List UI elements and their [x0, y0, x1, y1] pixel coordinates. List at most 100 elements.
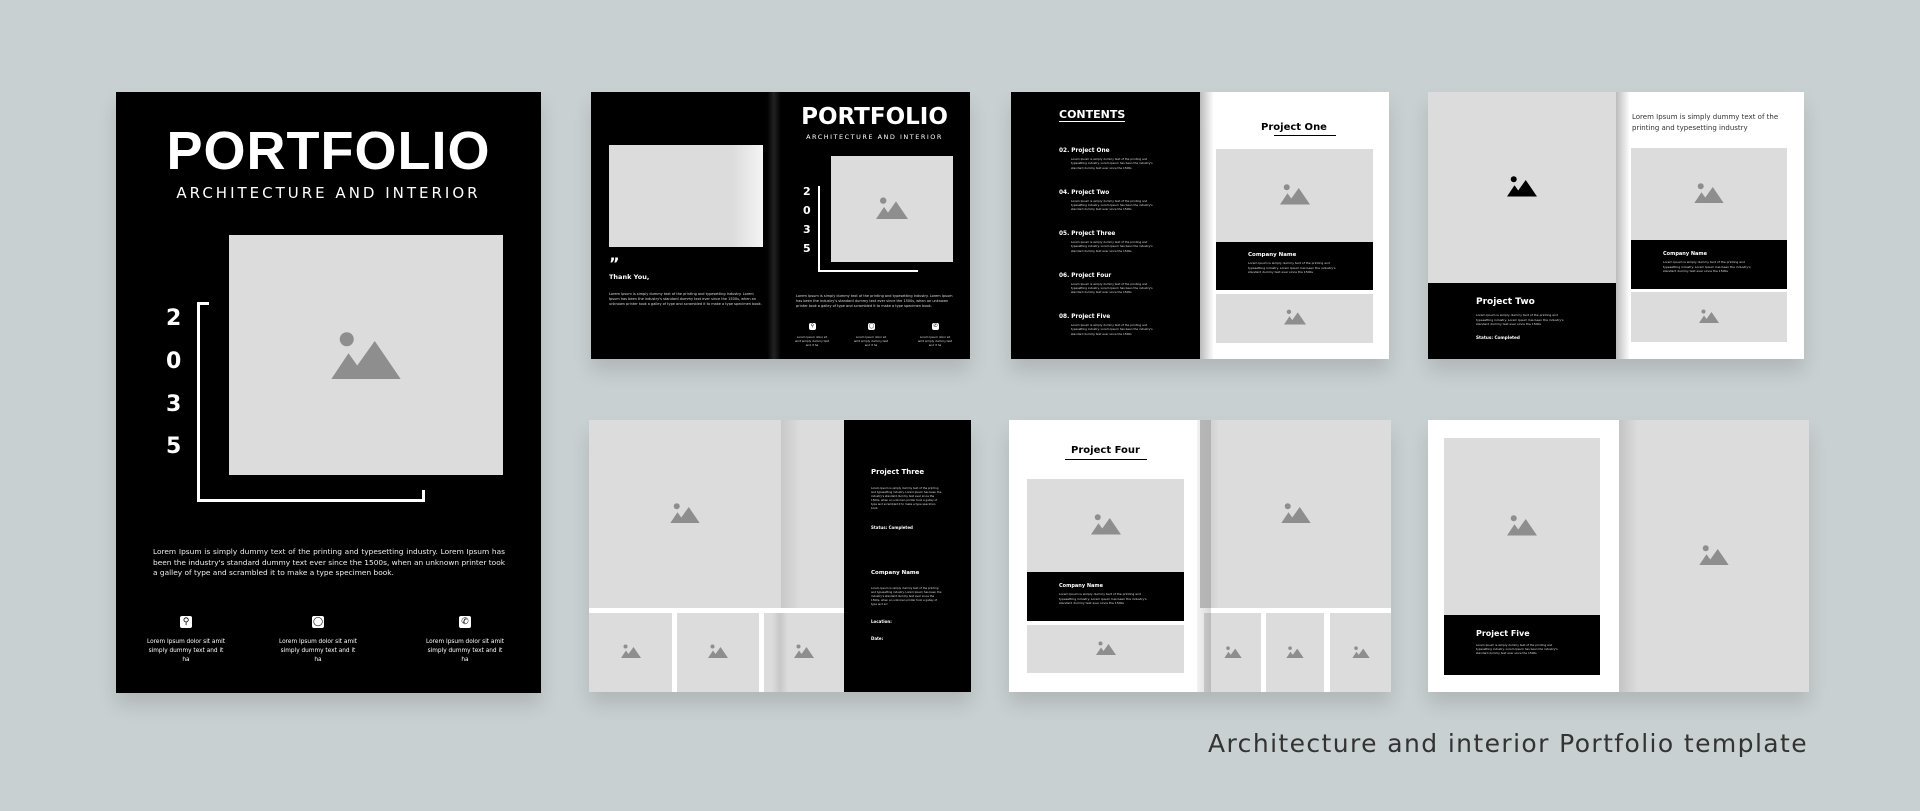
project-status: Status: Completed: [1476, 335, 1520, 340]
image-icon: [1699, 543, 1729, 570]
image-placeholder-small: [589, 613, 672, 692]
image-placeholder-small: [1266, 613, 1324, 692]
headline: Lorem Ipsum is simply dummy text of the …: [1632, 113, 1779, 132]
contact-text: Lorem Ipsum dolor sit amit simply dummy …: [853, 335, 889, 347]
image-placeholder-small: [1204, 613, 1261, 692]
cover-page: PORTFOLIO ARCHITECTURE AND INTERIOR 2 0 …: [116, 92, 541, 693]
image-icon: [620, 643, 641, 662]
spread-contents: CONTENTS 02. Project One Lorem Ipsum is s…: [1011, 92, 1389, 359]
image-icon: [708, 643, 728, 662]
year-digit: 0: [803, 204, 811, 217]
date-label: Date:: [871, 636, 884, 641]
quote-mark: ”: [609, 254, 620, 273]
company-desc: Lorem Ipsum is simply dummy text of the …: [1059, 592, 1147, 605]
image-icon: [1699, 308, 1719, 327]
contact-line: Lorem Ipsum dolor sit amit: [147, 639, 225, 645]
contact-line: simply dummy text and it ha: [427, 648, 503, 663]
phone-icon: ✆: [459, 616, 471, 628]
image-icon: [1283, 308, 1306, 329]
project-panel: Project Three Lorem Ipsum is simply dumm…: [844, 420, 971, 692]
image-placeholder: [1216, 149, 1373, 242]
image-placeholder: [609, 145, 763, 247]
image-placeholder: [1631, 148, 1787, 240]
project-desc: Lorem Ipsum is simply dummy text of the …: [1476, 313, 1564, 326]
image-placeholder: [831, 156, 953, 262]
year-digit: 2: [166, 306, 182, 331]
image-placeholder: [1444, 438, 1600, 615]
year-digit: 5: [803, 242, 811, 255]
contents-item-desc: Lorem Ipsum is simply dummy text of the …: [1071, 240, 1153, 253]
image-placeholder: [1027, 479, 1184, 572]
contents-item-desc: Lorem Ipsum is simply dummy text of the …: [1071, 198, 1153, 212]
contact-location: Lorem Ipsum dolor sit amit simply dummy t…: [146, 638, 226, 665]
company-name: Company Name: [1059, 583, 1103, 589]
image-icon: [1507, 174, 1537, 201]
image-icon: [1279, 182, 1310, 209]
project-band: Project Two Lorem Ipsum is simply dummy …: [1428, 283, 1616, 359]
project-title: Project Four: [1071, 445, 1140, 456]
project-desc: Lorem Ipsum is simply dummy text of the …: [871, 486, 942, 510]
cover-subtitle: ARCHITECTURE AND INTERIOR: [176, 184, 481, 202]
title-underline: [1274, 135, 1336, 136]
bracket-tick: [197, 302, 209, 305]
contact-text: Lorem Ipsum dolor sit amit simply dummy …: [917, 335, 953, 347]
image-icon: [1694, 181, 1724, 208]
contents-item-desc: Lorem Ipsum is simply dummy text of the …: [1071, 157, 1153, 170]
image-icon: [794, 643, 814, 662]
image-icon: [1090, 512, 1121, 539]
image-placeholder-side: [781, 420, 844, 608]
company-name: Company Name: [1248, 252, 1297, 258]
year-digit: 2: [803, 185, 811, 198]
company-band: Company Name Lorem Ipsum is simply dummy…: [1027, 572, 1184, 621]
image-placeholder-large: [1200, 420, 1391, 608]
mini-paragraph: Lorem Ipsum is simply dummy text of the …: [796, 294, 953, 308]
globe-icon: ◯: [868, 323, 875, 330]
phone-icon: ✆: [932, 323, 939, 330]
back-paragraph: Lorem Ipsum is simply dummy text of the …: [609, 292, 762, 306]
spread-project-five: Project Five Lorem Ipsum is simply dummy…: [1428, 420, 1809, 692]
location-pin-icon: ⚲: [180, 616, 192, 628]
contents-item: 02. Project One: [1059, 148, 1110, 154]
title-underline: [1065, 459, 1147, 460]
image-icon: [1507, 513, 1537, 540]
spread-back-cover: ” Thank You, Lorem Ipsum is simply dummy…: [591, 92, 970, 359]
mini-title: PORTFOLIO: [801, 104, 948, 130]
image-icon: [1286, 643, 1304, 662]
image-icon: [1280, 501, 1311, 528]
project-title: Project Five: [1476, 629, 1530, 638]
location-label: Location:: [871, 619, 892, 624]
year-digit: 0: [166, 349, 182, 374]
project-title: Project Two: [1476, 297, 1535, 307]
image-placeholder-full: [1428, 92, 1616, 283]
image-placeholder: [1631, 292, 1787, 342]
contents-item: 06. Project Four: [1059, 272, 1112, 279]
contact-line: Lorem Ipsum dolor sit amit: [279, 639, 357, 645]
year-digit: 5: [166, 434, 182, 459]
spread-project-three: Project Three Lorem Ipsum is simply dumm…: [589, 420, 971, 692]
contents-item-desc: Lorem Ipsum is simply dummy text of the …: [1071, 281, 1153, 295]
contents-title: CONTENTS: [1059, 108, 1126, 122]
contact-line: simply dummy text and it ha: [280, 648, 356, 663]
thank-you: Thank You,: [609, 273, 650, 281]
company-band: Company Name Lorem Ipsum is simply dummy…: [1631, 240, 1787, 289]
company-desc: Lorem Ipsum is simply dummy text of the …: [1248, 261, 1336, 274]
bracket-tick-end: [422, 490, 425, 502]
contents-item: 05. Project Three: [1059, 231, 1116, 237]
contents-item: 08. Project Five: [1059, 314, 1111, 320]
cover-title: PORTFOLIO: [166, 121, 491, 181]
year-bracket: [197, 302, 425, 502]
project-title: Project One: [1261, 122, 1327, 133]
project-status: Status: Completed: [871, 525, 913, 530]
company-name: Company Name: [871, 570, 920, 576]
image-placeholder-small: [677, 613, 759, 692]
image-placeholder-small: [1330, 613, 1391, 692]
spread-project-four: Project Four Company Name Lorem Ipsum is…: [1009, 420, 1391, 692]
project-desc: Lorem Ipsum is simply dummy text of the …: [1476, 643, 1558, 656]
contact-line: Lorem Ipsum dolor sit amit: [426, 639, 504, 645]
company-name: Company Name: [1663, 251, 1707, 257]
year-digit: 3: [166, 392, 182, 417]
globe-icon: ◯: [312, 616, 324, 628]
contents-item-desc: Lorem Ipsum is simply dummy text of the …: [1071, 323, 1153, 336]
contact-text: Lorem Ipsum dolor sit amit simply dummy …: [794, 335, 830, 347]
contents-item: 04. Project Two: [1059, 189, 1110, 196]
